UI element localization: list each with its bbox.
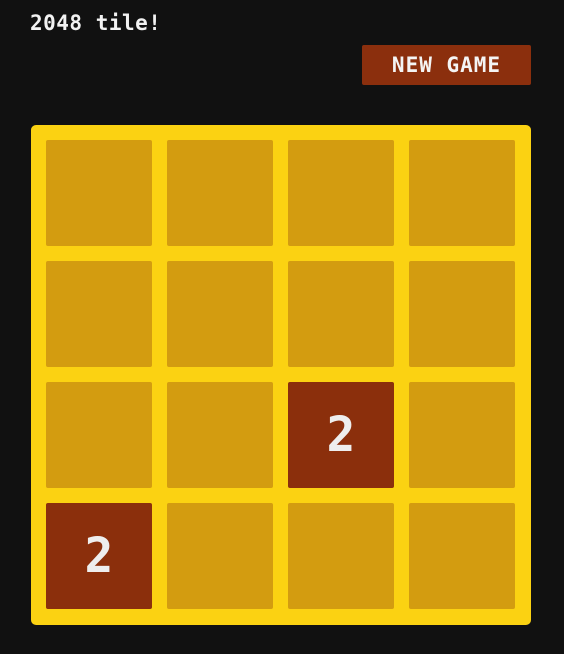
empty-cell [409,140,515,246]
empty-cell [409,382,515,488]
empty-cell [46,382,152,488]
empty-cell [167,140,273,246]
tile-2: 2 [288,382,394,488]
tile-2: 2 [46,503,152,609]
empty-cell [288,261,394,367]
game-board: 22 [31,125,531,625]
empty-cell [167,261,273,367]
empty-cell [409,261,515,367]
empty-cell [46,261,152,367]
empty-cell [167,503,273,609]
empty-cell [409,503,515,609]
empty-cell [288,140,394,246]
empty-cell [288,503,394,609]
new-game-button[interactable]: NEW GAME [362,45,531,85]
game-subtitle: 2048 tile! [30,11,162,35]
empty-cell [46,140,152,246]
empty-cell [167,382,273,488]
